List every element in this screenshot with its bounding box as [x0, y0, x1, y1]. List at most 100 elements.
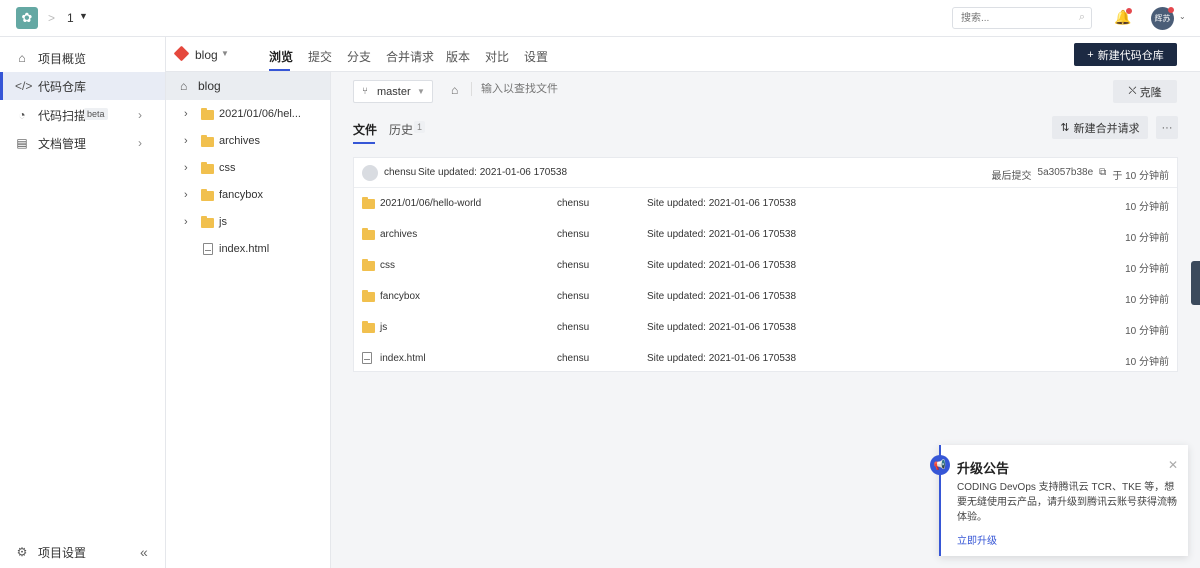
find-file-input[interactable]	[481, 83, 631, 95]
tree-item[interactable]: › archives	[166, 128, 330, 154]
file-time: 10 分钟前	[1125, 295, 1169, 306]
tree-root-label: blog	[198, 79, 221, 93]
sidebar-item-settings[interactable]: ⚙ 项目设置 «	[0, 537, 165, 567]
tab-browse[interactable]: 浏览	[269, 48, 293, 65]
chevron-right-icon[interactable]: ›	[184, 216, 188, 228]
file-name[interactable]: fancybox	[380, 291, 420, 302]
side-panel-handle[interactable]	[1191, 261, 1200, 305]
folder-icon	[201, 108, 214, 120]
chevron-right-icon[interactable]: ›	[184, 189, 188, 201]
app-logo[interactable]: ✿	[16, 7, 38, 29]
file-name[interactable]: js	[380, 322, 387, 333]
home-icon: ⌂	[18, 51, 26, 65]
chevron-right-icon[interactable]: ›	[138, 108, 142, 122]
folder-icon	[362, 321, 375, 333]
search-box[interactable]: ⌕	[952, 7, 1092, 29]
file-name[interactable]: css	[380, 260, 395, 271]
sidebar-item-label: 项目概览	[38, 51, 87, 66]
tab-commits[interactable]: 提交	[308, 48, 332, 65]
tab-files[interactable]: 文件	[353, 121, 377, 138]
tab-history[interactable]: 历史	[389, 121, 413, 138]
code-icon: </>	[15, 79, 33, 93]
commit-author[interactable]: chensu	[384, 167, 416, 178]
table-row[interactable]: archives chensu Site updated: 2021-01-06…	[354, 220, 1177, 251]
file-name[interactable]: archives	[380, 229, 417, 240]
chevron-right-icon[interactable]: ›	[184, 162, 188, 174]
file-author: chensu	[557, 353, 590, 364]
branch-selector[interactable]: ⑂ master ▼	[353, 80, 433, 103]
commit-hash[interactable]: 5a3057b38e	[1038, 167, 1094, 182]
last-commit-label: 最后提交	[991, 171, 1032, 182]
close-icon[interactable]: ✕	[1168, 458, 1178, 472]
tab-compare[interactable]: 对比	[485, 48, 509, 65]
commit-time: 于 10 分钟前	[1112, 171, 1169, 182]
file-commit-message[interactable]: Site updated: 2021-01-06 170538	[647, 229, 796, 240]
caret-down-icon[interactable]: ▼	[79, 11, 88, 21]
repo-icon	[173, 45, 190, 62]
tree-item[interactable]: › fancybox	[166, 182, 330, 208]
file-author: chensu	[557, 322, 590, 333]
file-commit-message[interactable]: Site updated: 2021-01-06 170538	[647, 260, 796, 271]
file-name[interactable]: 2021/01/06/hello-world	[380, 198, 481, 209]
notification-dot	[1126, 8, 1132, 14]
file-commit-message[interactable]: Site updated: 2021-01-06 170538	[647, 322, 796, 333]
search-input[interactable]	[961, 8, 1071, 28]
tab-releases[interactable]: 版本	[446, 48, 470, 65]
more-button[interactable]: ···	[1156, 116, 1178, 139]
megaphone-icon: 📢	[930, 455, 950, 475]
tree-item[interactable]: › 2021/01/06/hel...	[166, 101, 330, 127]
sidebar-item-label: 代码扫描	[38, 108, 87, 123]
file-commit-message[interactable]: Site updated: 2021-01-06 170538	[647, 198, 796, 209]
beta-badge: beta	[84, 108, 108, 120]
tree-item[interactable]: index.html	[166, 236, 330, 262]
notice-title: 升级公告	[957, 461, 1010, 476]
collapse-icon[interactable]: «	[140, 544, 148, 560]
sidebar-item-overview[interactable]: ⌂ 项目概览	[0, 44, 165, 72]
home-icon: ⌂	[180, 79, 188, 93]
tree-root[interactable]: ⌂ blog	[166, 72, 330, 100]
tree-item[interactable]: › js	[166, 209, 330, 235]
search-icon[interactable]: ⌕	[1079, 11, 1085, 24]
commit-message[interactable]: Site updated: 2021-01-06 170538	[418, 167, 567, 178]
scan-icon: ◔	[18, 108, 26, 122]
table-row[interactable]: 2021/01/06/hello-world chensu Site updat…	[354, 189, 1177, 220]
clone-button[interactable]: ⛌ 克隆	[1113, 80, 1177, 103]
sidebar-item-code-scan[interactable]: ◔ 代码扫描 beta ›	[0, 101, 165, 129]
caret-down-icon[interactable]: ▼	[221, 49, 229, 58]
repo-name[interactable]: blog	[195, 48, 218, 62]
table-row[interactable]: css chensu Site updated: 2021-01-06 1705…	[354, 251, 1177, 282]
chevron-down-icon[interactable]: ⌄	[1179, 12, 1186, 21]
home-icon[interactable]: ⌂	[451, 83, 458, 97]
upgrade-notice: 📢 升级公告 ✕ CODING DevOps 支持腾讯云 TCR、TKE 等，想…	[930, 445, 1188, 556]
table-row[interactable]: index.html chensu Site updated: 2021-01-…	[354, 344, 1177, 375]
file-commit-message[interactable]: Site updated: 2021-01-06 170538	[647, 353, 796, 364]
table-row[interactable]: js chensu Site updated: 2021-01-06 17053…	[354, 313, 1177, 344]
chevron-right-icon[interactable]: ›	[184, 108, 188, 120]
breadcrumb-separator: >	[48, 11, 56, 25]
table-row[interactable]: fancybox chensu Site updated: 2021-01-06…	[354, 282, 1177, 313]
chevron-right-icon[interactable]: ›	[138, 136, 142, 150]
sidebar-item-label: 代码仓库	[38, 79, 87, 94]
new-repo-button[interactable]: + 新建代码仓库	[1074, 43, 1177, 66]
tab-merge-requests[interactable]: 合并请求	[386, 48, 434, 65]
new-merge-request-button[interactable]: ⇅ 新建合并请求	[1052, 116, 1148, 139]
chevron-right-icon[interactable]: ›	[184, 135, 188, 147]
tree-item[interactable]: › css	[166, 155, 330, 181]
tab-settings[interactable]: 设置	[524, 48, 548, 65]
project-name[interactable]: 1	[67, 11, 74, 25]
copy-icon[interactable]: ⧉	[1099, 167, 1106, 182]
sidebar: ⌂ 项目概览 </> 代码仓库 ◔ 代码扫描 beta › ▤ 文档管理 › ⚙…	[0, 37, 166, 568]
plus-icon: +	[1087, 48, 1094, 61]
folder-icon	[362, 228, 375, 240]
repo-nav: blog ▼ 浏览 提交 分支 合并请求 版本 对比 设置 + 新建代码仓库	[166, 37, 1200, 72]
sidebar-item-code-repo[interactable]: </> 代码仓库	[0, 72, 165, 100]
tree-item-label: 2021/01/06/hel...	[219, 108, 301, 120]
upgrade-link[interactable]: 立即升级	[957, 532, 997, 547]
file-commit-message[interactable]: Site updated: 2021-01-06 170538	[647, 291, 796, 302]
folder-icon	[362, 290, 375, 302]
file-author: chensu	[557, 198, 590, 209]
folder-icon	[362, 259, 375, 271]
file-name[interactable]: index.html	[380, 353, 426, 364]
tab-branches[interactable]: 分支	[347, 48, 371, 65]
sidebar-item-docs[interactable]: ▤ 文档管理 ›	[0, 129, 165, 157]
